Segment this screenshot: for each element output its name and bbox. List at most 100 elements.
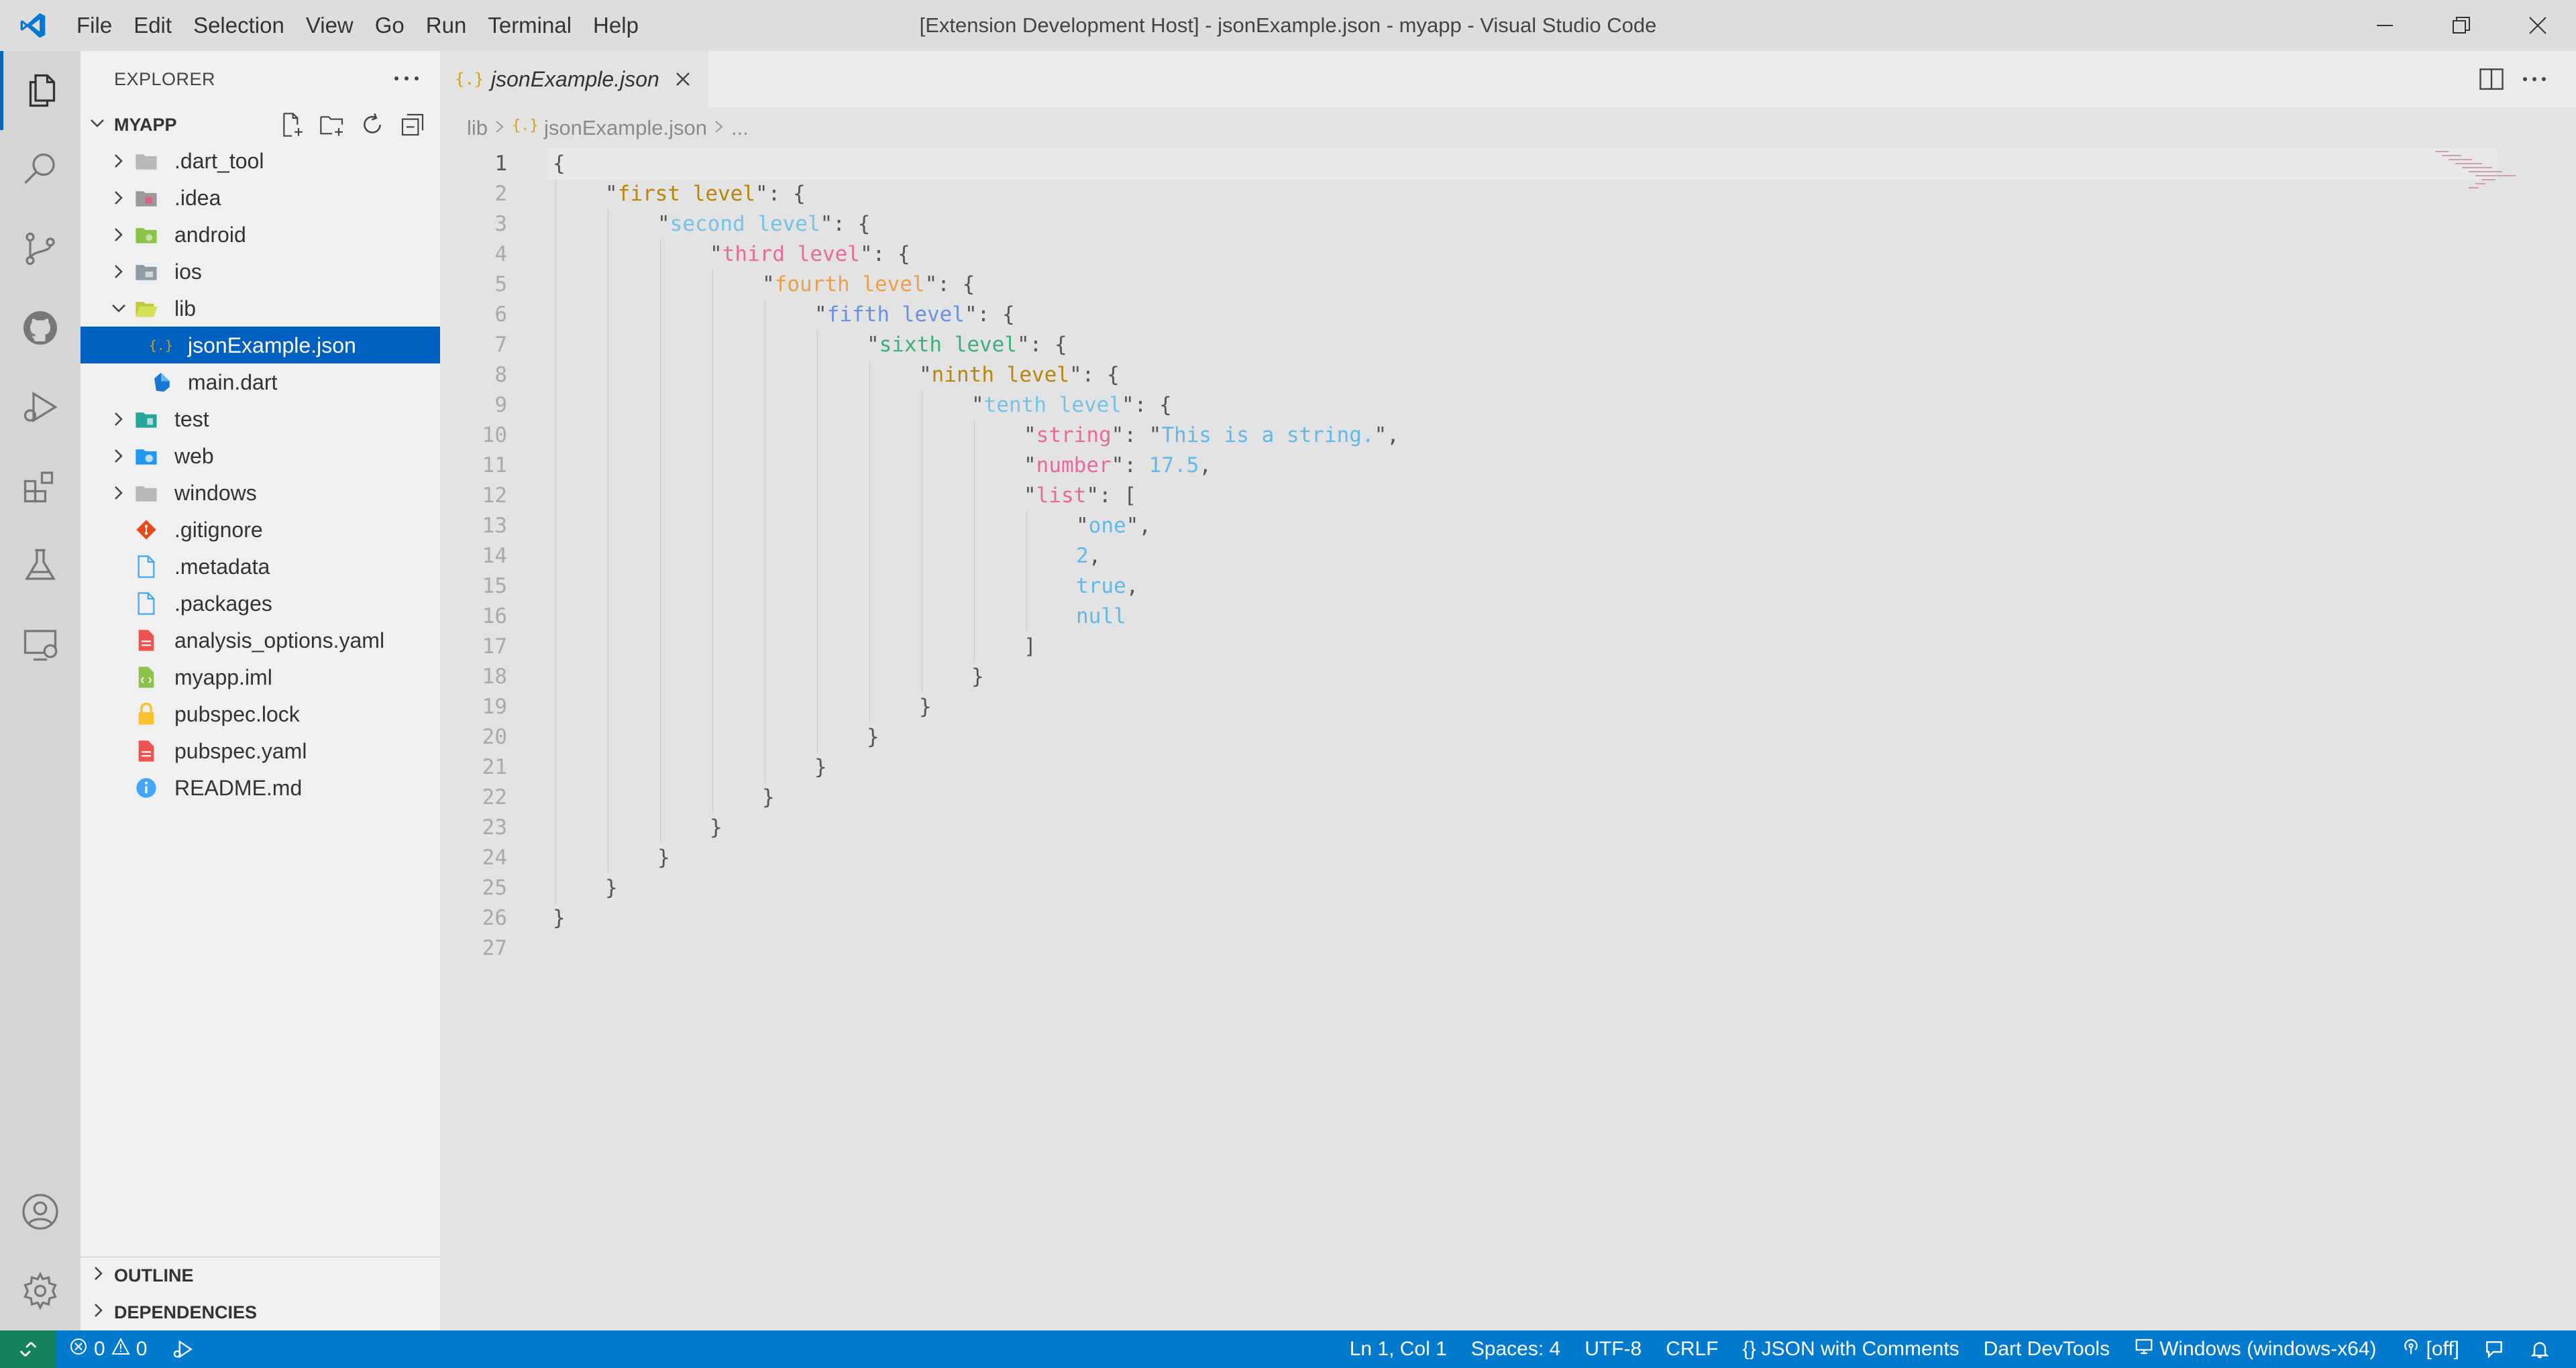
code-token: number	[1036, 453, 1112, 477]
github-icon[interactable]	[0, 288, 80, 367]
new-file-icon[interactable]	[275, 108, 309, 141]
new-folder-icon[interactable]	[315, 108, 349, 141]
chevron-right-icon	[89, 1263, 109, 1288]
editor-tab-jsonexample[interactable]: {.} jsonExample.json	[440, 51, 708, 107]
end-of-line[interactable]: CRLF	[1654, 1330, 1730, 1368]
svg-text:{.}: {.}	[149, 338, 173, 353]
folder-tree-item[interactable]: .idea	[80, 179, 440, 216]
menu-item-run[interactable]: Run	[415, 0, 478, 51]
breadcrumb-item-symbols[interactable]: ...	[731, 116, 749, 140]
workspace-root-row[interactable]: MYAPP	[80, 107, 440, 142]
menu-item-edit[interactable]: Edit	[123, 0, 182, 51]
explorer-icon[interactable]	[0, 51, 80, 130]
dart-devtools[interactable]: Dart DevTools	[1972, 1330, 2122, 1368]
more-actions-icon[interactable]	[393, 73, 420, 85]
menu-item-file[interactable]: File	[66, 0, 123, 51]
code-token: sixth level	[879, 333, 1017, 357]
remote-explorer-icon[interactable]	[0, 605, 80, 684]
folder-tree-item[interactable]: lib	[80, 290, 440, 327]
folder-tree-item[interactable]: .dart_tool	[80, 142, 440, 179]
refresh-icon[interactable]	[356, 108, 389, 141]
code-punctuation: ":	[1111, 453, 1149, 477]
source-control-icon[interactable]	[0, 209, 80, 288]
cursor-position[interactable]: Ln 1, Col 1	[1338, 1330, 1459, 1368]
json-file-icon: {.}	[149, 333, 173, 357]
extensions-icon[interactable]	[0, 447, 80, 526]
code-editor[interactable]: 1{2 "first level": {3 "second level": {4 "t…	[440, 149, 2576, 1330]
indent-guide	[974, 571, 975, 602]
indent-guide	[817, 722, 818, 752]
folder-tree-item[interactable]: web	[80, 437, 440, 474]
account-icon[interactable]	[0, 1172, 80, 1251]
indent-guide	[817, 360, 818, 390]
code-text: }	[814, 752, 827, 783]
folder-tree-item[interactable]: test	[80, 400, 440, 437]
code-token: ninth level	[931, 363, 1069, 387]
run-debug-icon[interactable]	[0, 367, 80, 447]
folder-tree-item[interactable]: android	[80, 216, 440, 253]
line-number: 26	[482, 906, 507, 930]
search-icon[interactable]	[0, 130, 80, 209]
code-text: "string": "This is a string.",	[1024, 420, 1399, 451]
collapse-all-icon[interactable]	[396, 108, 429, 141]
indent-guide	[712, 571, 713, 602]
breadcrumb-item-lib[interactable]: lib	[467, 116, 488, 140]
menu-item-selection[interactable]: Selection	[182, 0, 295, 51]
live-share-status[interactable]: [off]	[2389, 1330, 2471, 1368]
indent-guide	[817, 571, 818, 602]
debug-launch-button[interactable]	[159, 1330, 206, 1368]
file-tree-item[interactable]: pubspec.yaml	[80, 732, 440, 769]
menu-item-view[interactable]: View	[295, 0, 364, 51]
indent-guide	[660, 390, 661, 420]
line-number: 25	[482, 876, 507, 900]
menu-item-go[interactable]: Go	[364, 0, 415, 51]
close-icon[interactable]	[671, 67, 695, 95]
language-mode[interactable]: {} JSON with Comments	[1731, 1330, 1972, 1368]
folder-tree-item[interactable]: windows	[80, 474, 440, 511]
dependencies-section[interactable]: DEPENDENCIES	[80, 1294, 440, 1331]
indentation[interactable]: Spaces: 4	[1459, 1330, 1572, 1368]
notifications-bell-icon[interactable]	[2517, 1330, 2563, 1368]
outline-section[interactable]: OUTLINE	[80, 1257, 440, 1294]
problems-indicator[interactable]: 0 0	[56, 1330, 159, 1368]
encoding[interactable]: UTF-8	[1572, 1330, 1654, 1368]
tree-item-label: android	[174, 223, 246, 247]
explorer-sidebar: EXPLORER MYAPP .dart_tool .idea android ios…	[80, 51, 440, 1330]
file-tree-item[interactable]: myapp.iml	[80, 659, 440, 695]
file-tree-item[interactable]: {.} jsonExample.json	[80, 327, 440, 363]
file-tree-item[interactable]: pubspec.lock	[80, 695, 440, 732]
line-number: 27	[482, 936, 507, 960]
breadcrumb-item-file[interactable]: jsonExample.json	[544, 116, 707, 140]
file-tree-item[interactable]: README.md	[80, 769, 440, 806]
more-actions-icon[interactable]	[2520, 64, 2549, 97]
tree-item-label: .metadata	[174, 555, 270, 579]
menu-item-terminal[interactable]: Terminal	[477, 0, 582, 51]
code-line: 23}	[440, 813, 2520, 843]
editor-tab-bar: {.} jsonExample.json	[440, 51, 2576, 107]
testing-icon[interactable]	[0, 526, 80, 605]
indent-guide	[712, 451, 713, 481]
warning-icon	[111, 1336, 131, 1362]
menu-item-help[interactable]: Help	[582, 0, 649, 51]
indent-guide	[869, 420, 870, 451]
remote-indicator-button[interactable]	[0, 1330, 56, 1368]
split-editor-icon[interactable]	[2477, 64, 2506, 97]
code-line: 26}	[440, 903, 2520, 933]
file-tree-item[interactable]: .gitignore	[80, 511, 440, 548]
minimize-button[interactable]	[2347, 0, 2423, 51]
feedback-button[interactable]	[2471, 1330, 2517, 1368]
minimap[interactable]	[2435, 149, 2529, 229]
file-tree-item[interactable]: .packages	[80, 585, 440, 622]
tree-item-label: README.md	[174, 776, 303, 800]
restore-button[interactable]	[2423, 0, 2500, 51]
folder-tree-item[interactable]: ios	[80, 253, 440, 290]
file-tree-item[interactable]: main.dart	[80, 363, 440, 400]
close-window-button[interactable]	[2500, 0, 2576, 51]
code-line: 19}	[440, 692, 2520, 722]
device-selector[interactable]: Windows (windows-x64)	[2122, 1330, 2388, 1368]
settings-gear-icon[interactable]	[0, 1251, 80, 1330]
code-token: second level	[669, 212, 820, 236]
file-tree-item[interactable]: analysis_options.yaml	[80, 622, 440, 659]
indent-guide	[555, 813, 556, 843]
file-tree-item[interactable]: .metadata	[80, 548, 440, 585]
